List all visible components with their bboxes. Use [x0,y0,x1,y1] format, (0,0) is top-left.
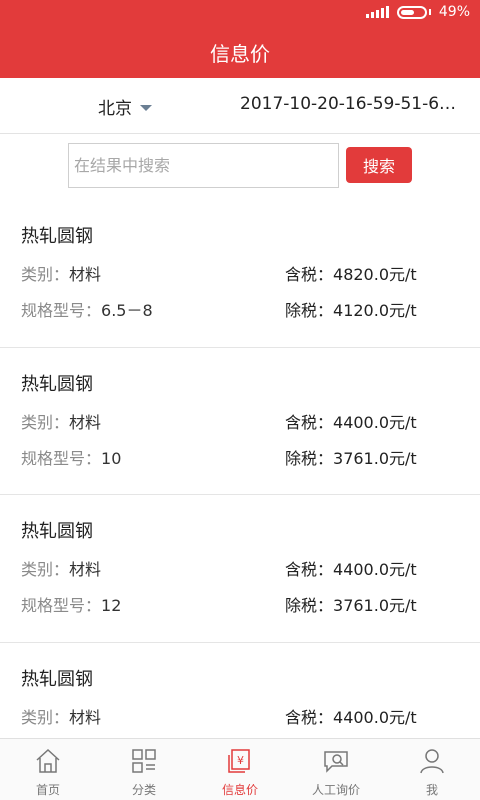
tab-label: 我 [425,783,438,797]
filter-bar: 北京 2017-10-20-16-59-51-648... [0,78,480,134]
inquiry-icon [324,751,348,773]
tab-home[interactable]: 首页 [0,739,96,800]
category-label: 类别： [21,560,70,579]
page-title: 信息价 [0,26,480,78]
category-label: 类别： [21,265,70,284]
category-row: 类别：材料 [21,409,101,433]
spec-row: 规格型号：12 [21,592,121,616]
spec-value: 10 [101,448,122,468]
category-label: 类别： [21,412,70,432]
spec-value: 6.5－8 [101,301,153,320]
search-input[interactable] [68,143,339,188]
spec-value: 12 [101,596,122,615]
bottom-tab-bar: 首页 分类 ¥ 信息价 人工询价 我 [0,738,480,800]
price-excl-label: 除税： [285,301,334,320]
price-incl-row: 含税：4400.0元/t [285,556,417,580]
search-row: 搜索 [0,134,480,200]
price-incl-label: 含税： [285,412,334,432]
price-excl-label: 除税： [285,448,334,468]
category-row: 类别：材料 [21,261,101,285]
tab-inquiry[interactable]: 人工询价 [288,739,384,800]
item-name: 热轧圆钢 [21,373,93,395]
tab-label: 人工询价 [311,783,360,797]
category-row: 类别：材料 [21,556,101,580]
price-incl-label: 含税： [285,707,334,727]
category-label: 类别： [21,707,70,727]
category-value: 材料 [69,560,102,579]
search-button[interactable]: 搜索 [346,147,412,183]
tab-me[interactable]: 我 [384,739,480,800]
price-incl-value: 4400.0元/t [333,560,417,579]
item-name: 热轧圆钢 [21,226,93,247]
price-incl-row: 含税：4400.0元/t [285,704,417,728]
tab-category[interactable]: 分类 [96,739,192,800]
price-incl-label: 含税： [285,265,334,284]
price-list: 热轧圆钢 类别：材料 规格型号：6.5－8 含税：4820.0元/t 除税：41… [0,200,480,738]
list-item[interactable]: 热轧圆钢 类别：材料 规格型号：10 含税：4400.0元/t 除税：3761.… [0,348,480,495]
list-item[interactable]: 热轧圆钢 类别：材料 规格型号：6.5－8 含税：4820.0元/t 除税：41… [0,200,480,348]
price-excl-label: 除税： [285,596,334,615]
tab-price-info[interactable]: ¥ 信息价 [192,739,288,800]
spec-label: 规格型号： [21,596,102,615]
battery-tip [428,9,431,15]
list-item[interactable]: 热轧圆钢 类别：材料 含税：4400.0元/t [0,643,480,739]
price-info-icon: ¥ [228,749,250,773]
price-incl-label: 含税： [285,560,334,579]
category-icon [132,749,156,773]
price-incl-value: 4400.0元/t [333,707,417,727]
svg-text:¥: ¥ [237,754,244,767]
price-excl-row: 除税：4120.0元/t [285,297,417,321]
category-value: 材料 [69,412,102,432]
tab-label: 首页 [35,783,60,797]
tab-label: 信息价 [221,783,258,797]
category-value: 材料 [69,265,102,284]
price-incl-row: 含税：4400.0元/t [285,409,417,433]
spec-label: 规格型号： [21,448,102,468]
tab-label: 分类 [131,783,156,797]
user-icon [420,749,444,774]
category-row: 类别：材料 [21,704,101,728]
category-value: 材料 [69,707,102,727]
item-name: 热轧圆钢 [21,668,93,690]
price-incl-value: 4820.0元/t [333,265,417,284]
home-icon [36,748,60,773]
datetime-selector[interactable]: 2017-10-20-16-59-51-648... [240,94,465,114]
price-excl-row: 除税：3761.0元/t [285,592,417,616]
price-incl-value: 4400.0元/t [333,412,417,432]
price-excl-value: 4120.0元/t [333,301,417,320]
price-excl-row: 除税：3761.0元/t [285,445,417,469]
price-incl-row: 含税：4820.0元/t [285,261,417,285]
status-indicators: 49% [365,4,470,20]
signal-icon [365,6,389,18]
list-item[interactable]: 热轧圆钢 类别：材料 规格型号：12 含税：4400.0元/t 除税：3761.… [0,495,480,643]
battery-percent: 49% [438,4,470,20]
price-excl-value: 3761.0元/t [333,448,417,468]
spec-row: 规格型号：6.5－8 [21,297,153,321]
spec-row: 规格型号：10 [21,445,121,469]
city-label: 北京 [98,99,132,119]
spec-label: 规格型号： [21,301,102,320]
city-selector[interactable]: 北京 [98,94,152,119]
chevron-down-icon [140,105,152,111]
item-name: 热轧圆钢 [21,521,93,542]
price-excl-value: 3761.0元/t [333,596,417,615]
status-bar: 49% [0,0,480,26]
battery-icon [396,5,427,19]
